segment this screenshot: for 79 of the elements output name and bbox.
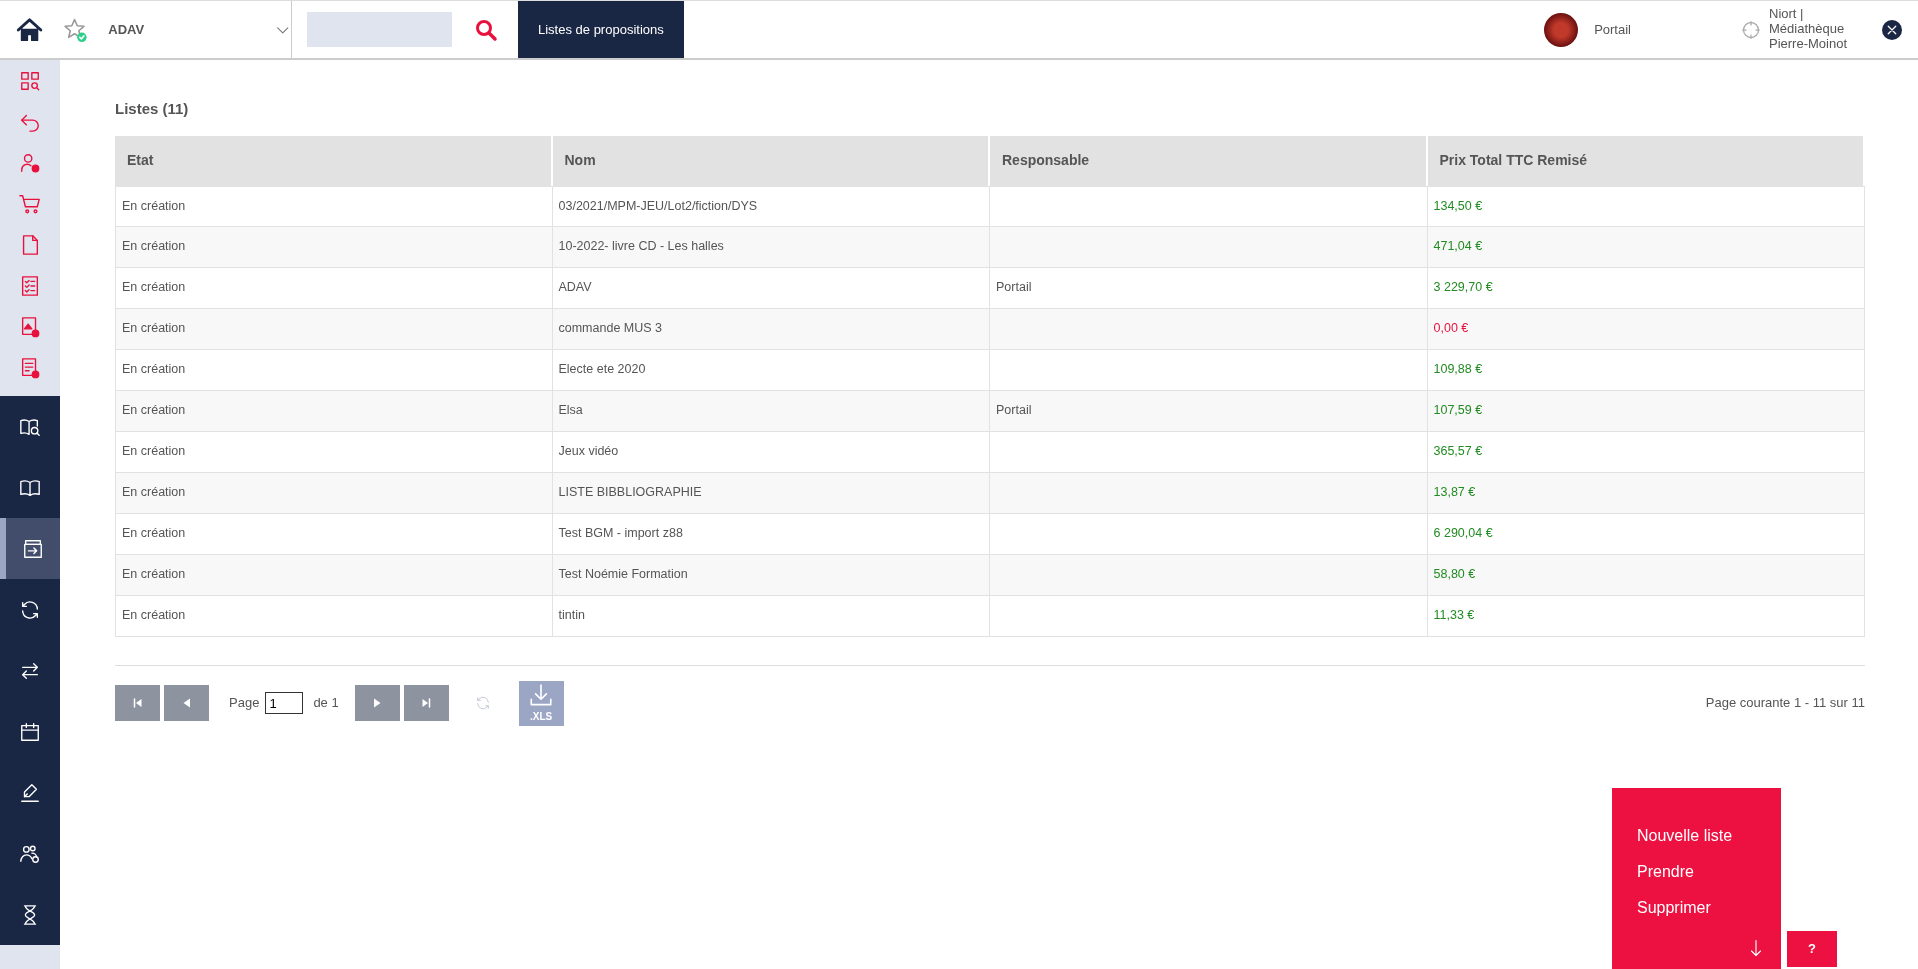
help-button[interactable]: ? — [1787, 931, 1837, 967]
table-cell: Portail — [990, 390, 1428, 432]
table-cell: En création — [115, 349, 553, 391]
price-value: 471,04 € — [1433, 239, 1483, 254]
table-cell: En création — [115, 513, 553, 555]
close-icon[interactable] — [1882, 19, 1902, 40]
page-label: Page — [229, 694, 260, 713]
user-name[interactable]: Portail — [1594, 19, 1631, 40]
tab[interactable]: Listes de propositions — [518, 1, 684, 58]
price-value: 3 229,70 € — [1433, 280, 1493, 295]
table-cell: Test BGM - import z88 — [552, 513, 990, 555]
table-cell: En création — [115, 554, 553, 596]
skip-end-icon — [420, 697, 433, 709]
page-count: de 1 — [313, 694, 339, 713]
table-cell: En création — [115, 472, 553, 514]
calendar-icon — [19, 720, 41, 743]
column-header[interactable]: Nom — [552, 135, 990, 186]
table-cell: 10-2022- livre CD - Les halles — [552, 226, 990, 268]
skip-start-icon — [131, 697, 144, 709]
grid-search-icon — [19, 69, 41, 92]
column-header[interactable]: Prix Total TTC Remisé — [1427, 135, 1865, 186]
sidebar-item[interactable] — [0, 884, 60, 945]
price-value: 11,33 € — [1433, 608, 1475, 623]
table-cell: En création — [115, 308, 553, 350]
checklist-icon — [19, 274, 41, 297]
table-cell: 03/2021/MPM-JEU/Lot2/fiction/DYS — [552, 185, 990, 227]
table-cell: En création — [115, 267, 553, 309]
table-cell: tintin — [552, 595, 990, 637]
sidebar-item[interactable] — [0, 457, 60, 518]
table-cell: Electe ete 2020 — [552, 349, 990, 391]
document-user-icon — [19, 356, 41, 379]
table-cell: Elsa — [552, 390, 990, 432]
table-cell: Test Noémie Formation — [552, 554, 990, 596]
search-field[interactable] — [307, 12, 452, 47]
price-value: 107,59 € — [1433, 403, 1483, 418]
avatar-image — [1544, 12, 1579, 47]
table-cell: Portail — [990, 267, 1428, 309]
table-cell: ADAV — [552, 267, 990, 309]
star-check-icon — [63, 16, 89, 43]
page-summary: Page courante 1 - 11 sur 11 — [1705, 694, 1865, 713]
first-page-button[interactable] — [115, 685, 160, 721]
sync-icon — [19, 598, 41, 621]
last-page-button[interactable] — [403, 685, 449, 721]
sidebar-item[interactable] — [0, 579, 60, 640]
menu-item[interactable]: Supprimer — [1637, 896, 1711, 920]
user-add-icon — [19, 151, 41, 174]
page-field[interactable]: 1 — [265, 692, 304, 714]
sidebar-item[interactable] — [0, 396, 60, 457]
price-value: 58,80 € — [1433, 567, 1476, 582]
menu-item[interactable]: Prendre — [1637, 860, 1694, 884]
price-value: 0,00 € — [1433, 321, 1469, 336]
price-value: 365,57 € — [1433, 444, 1483, 459]
table-cell: En création — [115, 226, 553, 268]
table-cell: commande MUS 3 — [552, 308, 990, 350]
price-value: 109,88 € — [1433, 362, 1483, 377]
crosshair-icon — [1741, 19, 1761, 40]
table-cell: Jeux vidéo — [552, 431, 990, 473]
home-icon[interactable] — [16, 15, 44, 44]
price-value: 6 290,04 € — [1433, 526, 1493, 541]
column-header[interactable]: Etat — [115, 135, 553, 186]
table-cell: En création — [115, 431, 553, 473]
pen-icon — [19, 781, 41, 804]
favorite-name: ADAV — [108, 20, 146, 39]
menu-item[interactable]: Nouvelle liste — [1637, 824, 1733, 848]
image-document-icon — [19, 315, 41, 338]
sidebar-item[interactable] — [0, 518, 60, 579]
cart-icon — [19, 192, 41, 215]
table-cell: LISTE BIBBLIOGRAPHIE — [552, 472, 990, 514]
location-name[interactable]: Niort | Médiathèque Pierre-Moinot — [1769, 7, 1874, 52]
table-cell: En création — [115, 595, 553, 637]
inbox-arrow-icon — [22, 537, 44, 560]
table-cell: En création — [115, 185, 553, 227]
search-icon[interactable] — [474, 17, 498, 42]
next-page-button[interactable] — [354, 685, 400, 721]
list-title: Listes (11) — [115, 99, 190, 119]
price-value: 134,50 € — [1433, 198, 1483, 213]
table-cell: En création — [115, 390, 553, 432]
price-value: 13,87 € — [1433, 485, 1476, 500]
column-header[interactable]: Responsable — [990, 135, 1428, 186]
